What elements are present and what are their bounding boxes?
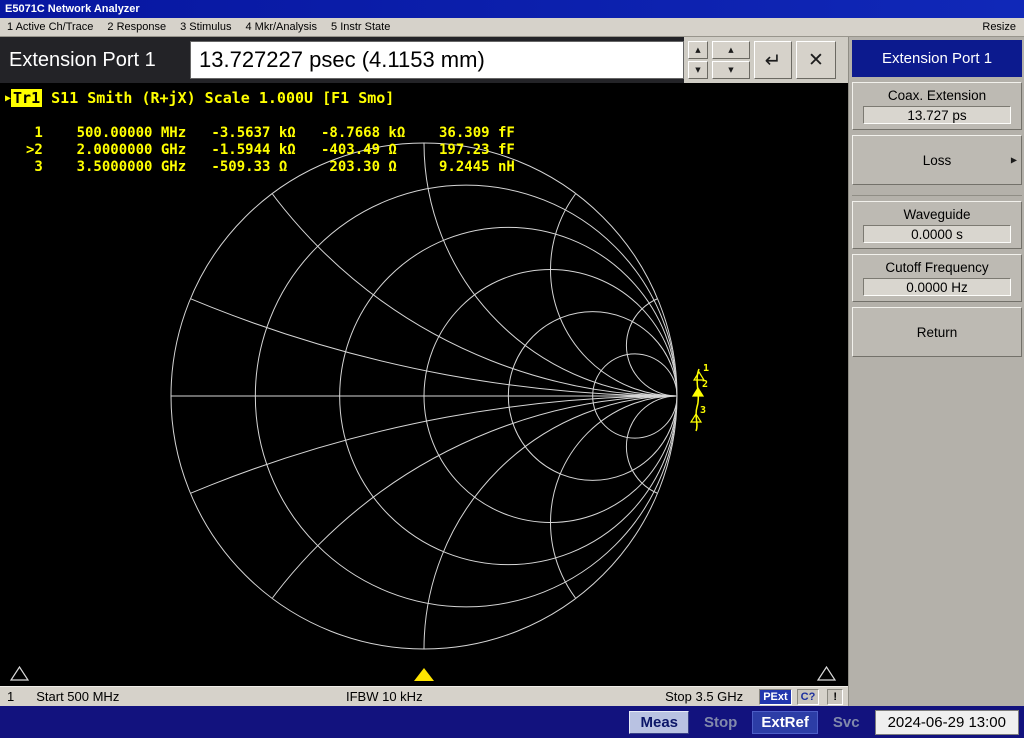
ifbw-value: IFBW 10 kHz (346, 689, 423, 704)
spin-down-coarse-button[interactable]: ▼ (712, 61, 750, 79)
display-area: 1 2 3 ▶ Tr1 S11 Smith (R+jX) Scale 1.000U… (0, 83, 848, 686)
menu-item-active-ch-trace[interactable]: 1 Active Ch/Trace (0, 21, 100, 33)
port-extension-badge: PExt (759, 688, 792, 705)
loss-label: Loss (922, 152, 952, 168)
datetime-display: 2024-06-29 13:00 (874, 709, 1019, 735)
menu-bar: 1 Active Ch/Trace 2 Response 3 Stimulus … (0, 18, 1024, 37)
return-label: Return (916, 324, 958, 340)
svg-text:2: 2 (702, 379, 708, 390)
entry-controls: ▲ ▼ ▲ ▼ ↵ ✕ (684, 37, 848, 83)
marker-table: 1 500.00000 MHz -3.5637 kΩ -8.7668 kΩ 36… (26, 125, 515, 176)
spin-up-fine-button[interactable]: ▲ (688, 41, 708, 59)
softkey-loss[interactable]: Loss ▶ (852, 135, 1022, 185)
app-window: E5071C Network Analyzer 1 Active Ch/Trac… (0, 0, 1024, 738)
title-bar: E5071C Network Analyzer (0, 0, 1024, 18)
extref-status: ExtRef (752, 710, 818, 734)
cutoff-frequency-value: 0.0000 Hz (863, 278, 1011, 296)
marker-row-2: >2 2.0000000 GHz -1.5944 kΩ -403.49 Ω 19… (26, 142, 515, 158)
fine-spinner: ▲ ▼ (688, 41, 708, 79)
instrument-status-bar: Meas Stop ExtRef Svc 2024-06-29 13:00 (0, 706, 1024, 738)
left-edge-marker (9, 665, 30, 681)
entry-parameter-label: Extension Port 1 (9, 48, 156, 71)
softkey-cutoff-frequency[interactable]: Cutoff Frequency 0.0000 Hz (852, 254, 1022, 302)
menu-item-mkr-analysis[interactable]: 4 Mkr/Analysis (238, 21, 324, 33)
correction-badge: C? (796, 688, 820, 705)
cutoff-frequency-label: Cutoff Frequency (885, 260, 989, 275)
spin-up-coarse-button[interactable]: ▲ (712, 41, 750, 59)
menu-item-instr-state[interactable]: 5 Instr State (324, 21, 397, 33)
trace-status-line: ▶ Tr1 S11 Smith (R+jX) Scale 1.000U [F1 S… (5, 89, 394, 107)
start-frequency: Start 500 MHz (36, 689, 120, 704)
waveguide-value: 0.0000 s (863, 225, 1011, 243)
svg-text:3: 3 (700, 405, 706, 416)
svc-status: Svc (832, 713, 860, 731)
entry-value-input[interactable] (190, 41, 684, 79)
enter-button[interactable]: ↵ (754, 41, 792, 79)
waveguide-label: Waveguide (903, 207, 971, 222)
softkey-menu-title: Extension Port 1 (852, 40, 1022, 77)
coax-extension-label: Coax. Extension (887, 88, 987, 103)
stimulus-marker[interactable] (414, 668, 434, 681)
window-title: E5071C Network Analyzer (5, 3, 140, 15)
menu-item-response[interactable]: 2 Response (100, 21, 173, 33)
coarse-spinner: ▲ ▼ (712, 41, 750, 79)
stop-frequency: Stop 3.5 GHz (665, 689, 744, 704)
spin-down-fine-button[interactable]: ▼ (688, 61, 708, 79)
trace-format-status: S11 Smith (R+jX) Scale 1.000U [F1 Smo] (42, 89, 395, 107)
softkey-waveguide[interactable]: Waveguide 0.0000 s (852, 201, 1022, 249)
svg-text:1: 1 (703, 363, 709, 374)
marker-row-1: 1 500.00000 MHz -3.5637 kΩ -8.7668 kΩ 36… (26, 125, 515, 141)
submenu-arrow-icon: ▶ (1010, 155, 1017, 165)
softkey-divider (852, 190, 1022, 196)
close-entry-button[interactable]: ✕ (796, 41, 836, 79)
channel-status-bar: 1 Start 500 MHz IFBW 10 kHz Stop 3.5 GHz… (0, 686, 848, 706)
softkey-return[interactable]: Return (852, 307, 1022, 357)
softkey-menu: Extension Port 1 Coax. Extension 13.727 … (848, 37, 1024, 706)
marker-row-3: 3 3.5000000 GHz -509.33 Ω 203.30 Ω 9.244… (26, 159, 515, 175)
chart-markers[interactable]: 1 2 3 (689, 363, 709, 423)
softkey-coax-extension[interactable]: Coax. Extension 13.727 ps (852, 82, 1022, 130)
trace-name[interactable]: Tr1 (11, 89, 43, 107)
menu-item-stimulus[interactable]: 3 Stimulus (173, 21, 238, 33)
entry-toolbar: Extension Port 1 ▲ ▼ ▲ ▼ ↵ ✕ (0, 37, 848, 83)
channel-number: 1 (7, 689, 15, 704)
meas-status: Meas (629, 710, 690, 734)
menu-resize[interactable]: Resize (974, 21, 1024, 33)
alert-badge: ! (827, 688, 843, 705)
coax-extension-value: 13.727 ps (863, 106, 1011, 124)
sweep-stop-status: Stop (704, 713, 738, 731)
right-edge-marker (816, 665, 837, 681)
